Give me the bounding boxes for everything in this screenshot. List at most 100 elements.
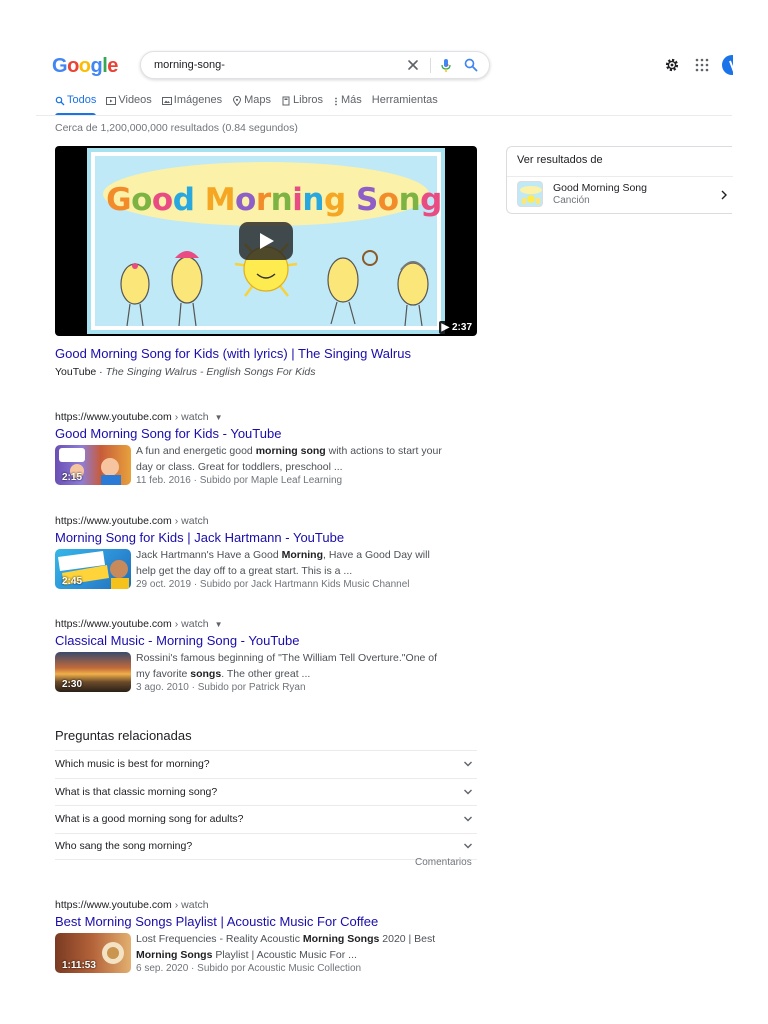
video-thumbnail[interactable]: 2:15 xyxy=(55,445,131,485)
logo-letter: g xyxy=(90,55,103,77)
search-result: https://www.youtube.com › watch Morning … xyxy=(55,515,485,596)
result-path: › watch xyxy=(174,899,209,911)
title-letter: i xyxy=(292,182,303,218)
duration-text: 2:37 xyxy=(451,322,472,333)
tab-label: Libros xyxy=(293,94,323,106)
logo-letter: e xyxy=(107,55,118,77)
source-channel: The Singing Walrus - English Songs For K… xyxy=(105,366,316,378)
title-letter: n xyxy=(270,182,293,218)
chevron-down-icon xyxy=(464,761,472,767)
entity-subtitle: Canción xyxy=(553,195,590,206)
title-letter: n xyxy=(398,182,421,218)
result-meta: 11 feb. 2016 · Subido por Maple Leaf Lea… xyxy=(136,475,343,486)
video-thumbnail[interactable]: Good Morning Song ▶ 2:37 xyxy=(55,146,477,336)
search-input[interactable] xyxy=(154,57,394,73)
title-letter: g xyxy=(323,182,346,218)
search-icon[interactable] xyxy=(463,57,479,73)
title-letter: r xyxy=(255,182,271,218)
chevron-down-icon xyxy=(464,816,472,822)
video-title-art: Good Morning Song xyxy=(95,182,453,218)
title-letter xyxy=(346,182,356,218)
tab-todos[interactable]: Todos xyxy=(55,94,97,116)
tab-label: Herramientas xyxy=(371,94,438,106)
question-text: What is a good morning song for adults? xyxy=(55,813,244,826)
result-path: › watch xyxy=(174,411,209,423)
logo-letter: G xyxy=(52,55,68,77)
tab-maps[interactable]: Maps xyxy=(232,94,271,116)
apps-grid-icon[interactable] xyxy=(694,57,710,73)
thumbnail-duration: 1:11:53 xyxy=(62,960,96,971)
video-result-source: YouTube · The Singing Walrus - English S… xyxy=(55,366,316,378)
result-domain: https://www.youtube.com xyxy=(55,411,172,423)
tab-label: Maps xyxy=(244,94,272,106)
chevron-down-icon xyxy=(464,789,472,795)
gear-icon[interactable] xyxy=(664,57,680,73)
result-snippet: A fun and energetic good morning song wi… xyxy=(136,445,442,473)
result-path: › watch xyxy=(174,618,209,630)
question-item[interactable]: Which music is best for morning? xyxy=(55,750,477,778)
search-tabs: Todos Videos Imágenes Maps Libros Más He… xyxy=(55,94,448,116)
result-snippet: Jack Hartmann's Have a Good Morning, Hav… xyxy=(136,549,430,577)
result-title[interactable]: Morning Song for Kids | Jack Hartmann - … xyxy=(55,530,485,545)
question-text: Which music is best for morning? xyxy=(55,758,210,771)
result-title[interactable]: Classical Music - Morning Song - YouTube xyxy=(55,633,485,648)
video-thumbnail[interactable]: 1:11:53 xyxy=(55,933,131,973)
play-icon[interactable] xyxy=(239,222,293,260)
title-letter: n xyxy=(302,182,324,218)
entity-thumbnail[interactable] xyxy=(517,181,543,207)
tab-imagenes[interactable]: Imágenes xyxy=(161,94,222,116)
tab-herramientas[interactable]: Herramientas xyxy=(372,94,438,116)
google-logo[interactable]: Google xyxy=(52,55,118,78)
search-result: https://www.youtube.com › watch ▼ Classi… xyxy=(55,618,485,699)
video-result-title[interactable]: Good Morning Song for Kids (with lyrics)… xyxy=(55,346,411,361)
divider xyxy=(36,115,732,116)
search-result: https://www.youtube.com › watch ▼ Good M… xyxy=(55,411,485,492)
panel-heading: Ver resultados de xyxy=(517,154,603,166)
title-letter: S xyxy=(355,182,378,218)
video-thumbnail[interactable]: 2:45 xyxy=(55,549,131,589)
result-snippet: Rossini's famous beginning of "The Willi… xyxy=(136,652,438,680)
result-body: 2:45 Jack Hartmann's Have a Good Morning… xyxy=(55,548,485,596)
mic-icon[interactable] xyxy=(438,57,454,73)
result-meta: 6 sep. 2020 · Subido por Acoustic Music … xyxy=(136,963,362,974)
search-icon xyxy=(55,96,65,106)
result-url[interactable]: https://www.youtube.com › watch ▼ xyxy=(55,411,485,423)
search-box xyxy=(140,51,490,79)
video-thumbnail[interactable]: 2:30 xyxy=(55,652,131,692)
entity-title[interactable]: Good Morning Song xyxy=(553,182,647,194)
question-item[interactable]: Who sang the song morning? xyxy=(55,832,477,860)
result-meta: 29 oct. 2019 · Subido por Jack Hartmann … xyxy=(136,579,410,590)
tab-libros[interactable]: Libros xyxy=(281,94,323,116)
question-item[interactable]: What is a good morning song for adults? xyxy=(55,805,477,833)
thumbnail-duration: 2:30 xyxy=(62,679,83,690)
see-results-about-panel: Ver resultados de Good Morning Song Canc… xyxy=(506,146,733,214)
related-questions: Which music is best for morning? What is… xyxy=(55,750,477,860)
result-domain: https://www.youtube.com xyxy=(55,618,172,630)
result-stats: Cerca de 1,200,000,000 resultados (0.84 … xyxy=(55,122,298,134)
book-icon xyxy=(282,96,290,106)
chevron-down-icon[interactable]: ▼ xyxy=(215,620,223,629)
chevron-down-icon xyxy=(464,843,472,849)
more-vert-icon xyxy=(335,97,337,106)
question-text: What is that classic morning song? xyxy=(55,785,218,798)
play-small-icon: ▶ xyxy=(441,322,450,333)
chevron-right-icon[interactable] xyxy=(719,188,729,200)
chevron-down-icon[interactable]: ▼ xyxy=(215,413,223,422)
tab-mas[interactable]: Más xyxy=(333,94,362,116)
result-title[interactable]: Best Morning Songs Playlist | Acoustic M… xyxy=(55,914,485,929)
title-letter: o xyxy=(131,182,152,218)
question-item[interactable]: What is that classic morning song? xyxy=(55,777,477,806)
result-domain: https://www.youtube.com xyxy=(55,515,172,527)
result-title[interactable]: Good Morning Song for Kids - YouTube xyxy=(55,426,485,441)
map-pin-icon xyxy=(233,96,242,106)
result-url[interactable]: https://www.youtube.com › watch ▼ xyxy=(55,618,485,630)
result-url[interactable]: https://www.youtube.com › watch xyxy=(55,515,485,527)
close-icon[interactable] xyxy=(405,57,421,73)
title-letter: o xyxy=(377,182,399,218)
tab-label: Videos xyxy=(118,94,152,106)
result-body: 2:30 Rossini's famous beginning of "The … xyxy=(55,651,485,699)
tab-videos[interactable]: Videos xyxy=(106,94,152,116)
feedback-link[interactable]: Comentarios xyxy=(415,857,472,868)
tab-label: Más xyxy=(340,94,362,106)
result-url[interactable]: https://www.youtube.com › watch xyxy=(55,899,485,911)
